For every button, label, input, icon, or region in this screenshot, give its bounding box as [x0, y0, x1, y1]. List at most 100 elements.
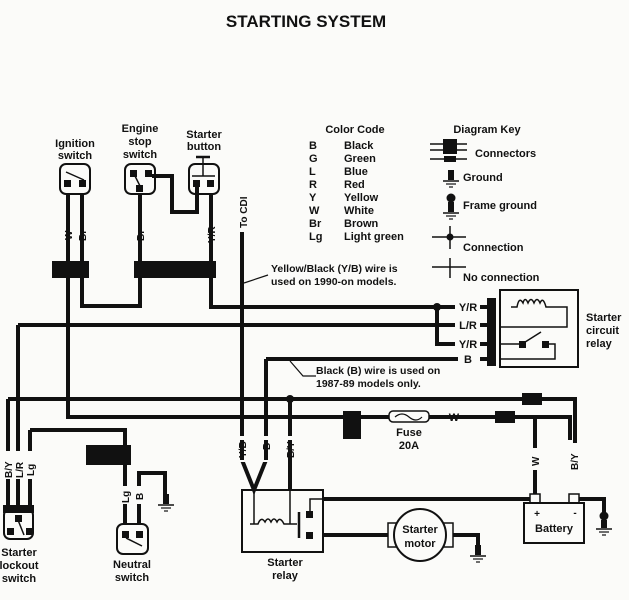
battery: + - Battery — [523, 493, 585, 544]
label-line: Starter — [1, 547, 37, 559]
starter-button — [188, 155, 220, 195]
connectors-key: Connectors — [430, 139, 536, 162]
color-code-abbrev: R — [309, 179, 317, 191]
by-connector — [522, 393, 542, 405]
wire-label: L/R — [459, 320, 477, 332]
yb-note: Yellow/Black (Y/B) wire is used on 1990-… — [243, 263, 398, 288]
wire-label: W — [531, 456, 542, 466]
starter-motor: Starter motor — [387, 508, 454, 562]
fuse-connector — [343, 411, 361, 439]
label-line: lockout — [0, 560, 39, 572]
label-line: switch — [58, 150, 93, 162]
wire-label: B/Y — [570, 453, 581, 470]
no-connection-key: No connection — [432, 258, 540, 284]
wire-label: W — [64, 230, 75, 240]
label-line: Ignition — [55, 138, 95, 150]
label-line: motor — [404, 538, 436, 550]
color-code-name: Brown — [344, 218, 379, 230]
label-line: relay — [586, 338, 613, 350]
engine-stop-switch — [124, 163, 156, 195]
switch-connector — [134, 261, 216, 278]
label-line: Engine — [122, 123, 159, 135]
color-code-abbrev: G — [309, 153, 318, 165]
wire-label: Y/R — [459, 339, 477, 351]
label-line: switch — [123, 149, 158, 161]
color-code-abbrev: Br — [309, 218, 322, 230]
engine-stop-switch-label: Engine stop switch — [122, 123, 159, 161]
to-cdi-label: To CDI — [239, 196, 250, 228]
color-code-name: Yellow — [344, 192, 379, 204]
color-code-name: Green — [344, 153, 376, 165]
neutral-switch: Neutral switch — [113, 507, 151, 584]
wire-label: Br — [136, 230, 147, 241]
key-label: Connectors — [475, 148, 536, 160]
diagram-title: STARTING SYSTEM — [226, 12, 386, 31]
label-line: Neutral — [113, 559, 151, 571]
label-line: Starter — [186, 129, 222, 141]
label-line: stop — [128, 136, 152, 148]
wiring-diagram: STARTING SYSTEM Ignition switch Engine s… — [0, 12, 622, 585]
wire-label: W — [449, 412, 460, 424]
diagram-key-heading: Diagram Key — [453, 124, 521, 136]
wire-label: Y/R — [207, 226, 218, 243]
note-line: used on 1990-on models. — [271, 276, 397, 288]
label-line: switch — [2, 573, 37, 585]
key-label: No connection — [463, 272, 540, 284]
connection-dot — [433, 303, 441, 311]
color-code-legend: Color Code B BlackG GreenL BlueR RedY YellowW… — [309, 124, 404, 243]
wire-label: B/Y — [4, 461, 15, 478]
color-code-heading: Color Code — [325, 124, 384, 136]
motor-ground-icon — [470, 545, 486, 563]
label-line: relay — [272, 570, 299, 582]
key-label: Frame ground — [463, 200, 537, 212]
color-code-name: White — [344, 205, 374, 217]
label-line: Starter — [586, 312, 622, 324]
neutral-wire-labels: Lg B — [118, 486, 146, 504]
ignition-switch-label: Ignition switch — [55, 138, 95, 162]
diagram-key: Diagram Key Connectors Ground Frame grou… — [430, 124, 540, 284]
color-code-name: Black — [344, 140, 374, 152]
wire-label: B — [135, 493, 146, 500]
fuse: Fuse 20A — [388, 410, 430, 452]
battery-minus: - — [573, 508, 576, 519]
frame-ground-key: Frame ground — [443, 193, 537, 220]
label-line: switch — [115, 572, 150, 584]
fuse-label: Fuse — [396, 427, 422, 439]
key-label: Connection — [463, 242, 524, 254]
neutral-connector — [86, 445, 131, 465]
color-code-abbrev: Lg — [309, 231, 322, 243]
label-line: Starter — [267, 557, 303, 569]
b-note: Black (B) wire is used on 1987-89 models… — [289, 360, 440, 390]
lockout-wire-labels: B/Y L/R Lg — [2, 451, 37, 479]
top-wire-labels: W Br Br Y/R To CDI — [64, 196, 250, 243]
connection-dot — [286, 395, 294, 403]
color-code-name: Blue — [344, 166, 368, 178]
wire-label: Y/R — [459, 302, 477, 314]
neutral-ground-icon — [158, 494, 174, 512]
color-code-name: Red — [344, 179, 365, 191]
starter-button-label: Starter button — [186, 129, 222, 153]
color-code-abbrev: W — [309, 205, 320, 217]
battery-plus: + — [534, 509, 540, 520]
color-code-abbrev: Y — [309, 192, 317, 204]
connection-key: Connection — [432, 226, 524, 254]
starter-lockout-switch: Starter lockout switch — [0, 508, 39, 585]
ignition-connector — [52, 261, 89, 278]
label-line: Starter — [402, 524, 438, 536]
color-code-name: Light green — [344, 231, 404, 243]
wire-label: Lg — [121, 491, 132, 503]
w-connector — [495, 411, 515, 423]
label-line: circuit — [586, 325, 619, 337]
wire-label: Br — [78, 230, 89, 241]
starter-circuit-relay: Starter circuit relay — [487, 289, 622, 368]
wire-label: B — [464, 354, 472, 366]
wire-label: Lg — [26, 464, 37, 476]
color-code-abbrev: B — [309, 140, 317, 152]
starter-relay: Starter relay — [241, 489, 324, 582]
note-line: Black (B) wire is used on — [316, 365, 440, 377]
wire-label: L/R — [15, 461, 26, 478]
color-code-abbrev: L — [309, 166, 316, 178]
key-label: Ground — [463, 172, 503, 184]
label-line: button — [187, 141, 221, 153]
battery-label: Battery — [535, 523, 574, 535]
